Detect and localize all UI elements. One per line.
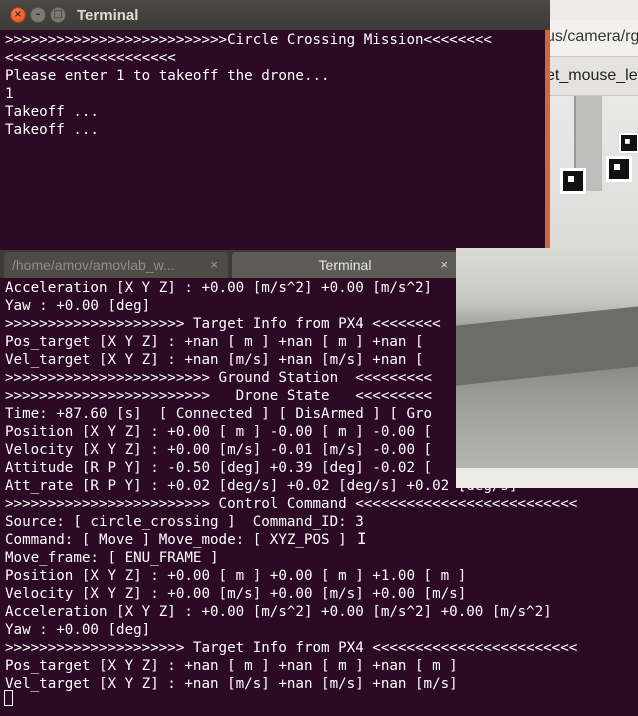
aruco-marker xyxy=(606,156,632,182)
terminal-line: Position [X Y Z] : +0.00 [ m ] +0.00 [ m… xyxy=(5,568,467,584)
terminal-line: Yaw : +0.00 [deg] xyxy=(5,622,151,638)
terminal-line: Takeoff ... xyxy=(5,104,99,120)
window-title: Terminal xyxy=(77,7,139,24)
terminal-line: Command: [ Move ] Move_mode: [ XYZ_POS ] xyxy=(5,532,347,548)
floor-area xyxy=(456,306,638,386)
window-titlebar[interactable]: × – □ Terminal xyxy=(0,0,550,30)
minimize-icon[interactable]: – xyxy=(30,7,46,23)
terminal-line: Vel_target [X Y Z] : +nan [m/s] +nan [m/… xyxy=(5,676,458,692)
terminal-line: >>>>>>>>>>>>>>>>>>>>>>>>>>Circle Crossin… xyxy=(5,32,492,48)
tab-amovlab-workspace[interactable]: /home/amov/amovlab_w... × xyxy=(4,252,228,278)
terminal-line: Pos_target [X Y Z] : +nan [ m ] +nan [ m… xyxy=(5,658,458,674)
aruco-marker xyxy=(618,132,638,154)
aruco-marker xyxy=(560,168,586,194)
tab-close-icon[interactable]: × xyxy=(440,252,448,278)
terminal-line: 1 xyxy=(5,86,14,102)
terminal-line: Source: [ circle_crossing ] Command_ID: … xyxy=(5,514,364,530)
tab-label: Terminal xyxy=(318,257,372,273)
terminal-line: Move_frame: [ ENU_FRAME ] xyxy=(5,550,219,566)
camera-topic-label: us/camera/rgb xyxy=(546,28,638,45)
tab-terminal[interactable]: Terminal × xyxy=(232,252,458,278)
terminal-line: >>>>>>>>>>>>>>>>>>>>>>>> Control Command… xyxy=(5,496,578,512)
terminal-tab-bar: /home/amov/amovlab_w... × Terminal × xyxy=(0,250,458,278)
camera-window-footer xyxy=(456,468,638,488)
camera-window-title: us/camera/rgb xyxy=(546,20,638,56)
camera-button-label: et_mouse_left xyxy=(546,67,638,84)
terminal-line: Velocity [X Y Z] : +0.00 [m/s] +0.00 [m/… xyxy=(5,586,467,602)
terminal-line: >>>>>>>>>>>>>>>>>>>>> Target Info from P… xyxy=(5,640,578,656)
front-terminal-window[interactable]: × – □ Terminal >>>>>>>>>>>>>>>>>>>>>>>>>… xyxy=(0,0,550,248)
terminal-line: Please enter 1 to takeoff the drone... xyxy=(5,68,330,84)
terminal-line: Acceleration [X Y Z] : +0.00 [m/s^2] +0.… xyxy=(5,604,552,620)
tab-close-icon[interactable]: × xyxy=(210,252,218,278)
terminal-line: <<<<<<<<<<<<<<<<<<<< xyxy=(5,50,176,66)
tab-label: /home/amov/amovlab_w... xyxy=(12,257,175,273)
terminal-output[interactable]: >>>>>>>>>>>>>>>>>>>>>>>>>>Circle Crossin… xyxy=(5,31,492,139)
terminal-line: Takeoff ... xyxy=(5,122,99,138)
block-cursor-icon xyxy=(4,690,13,706)
ibeam-cursor-icon: I xyxy=(357,529,367,548)
camera-mouse-button[interactable]: et_mouse_left xyxy=(546,56,638,96)
close-icon[interactable]: × xyxy=(10,7,26,23)
maximize-icon[interactable]: □ xyxy=(50,7,66,23)
